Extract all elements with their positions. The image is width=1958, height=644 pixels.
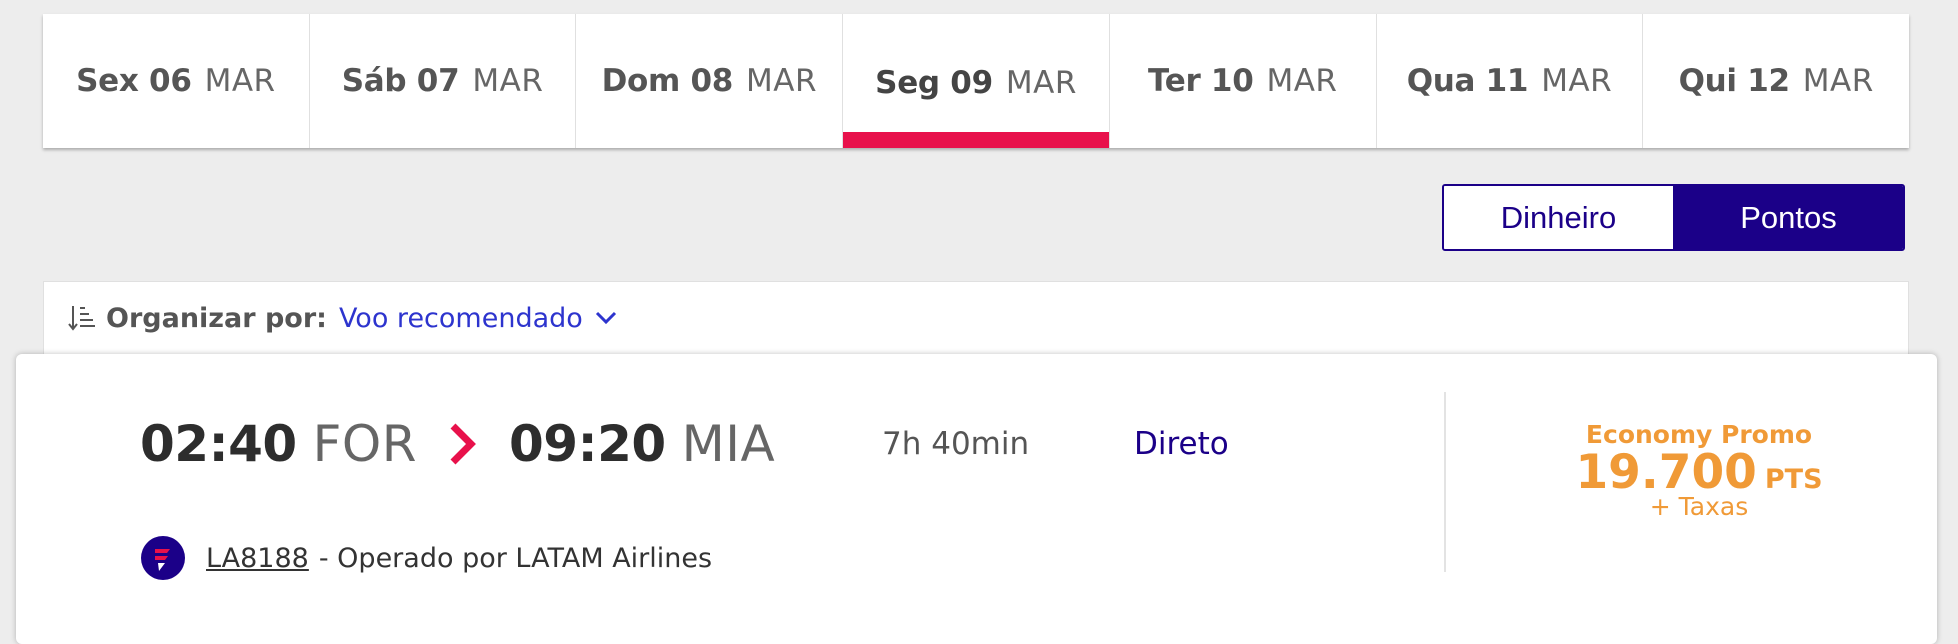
cash-toggle-button[interactable]: Dinheiro	[1444, 186, 1674, 249]
sort-dropdown[interactable]: Voo recomendado	[339, 303, 617, 334]
date-tab-wed-11[interactable]: Qua 11 MAR	[1377, 14, 1644, 148]
date-tab-mon-09[interactable]: Seg 09 MAR	[843, 14, 1110, 148]
flight-info: LA8188 - Operado por LATAM Airlines	[140, 535, 712, 581]
stops-link[interactable]: Direto	[1134, 426, 1229, 462]
latam-logo-icon	[141, 536, 185, 580]
flight-duration: 7h 40min	[882, 426, 1030, 462]
date-tab-fri-06[interactable]: Sex 06 MAR	[43, 14, 310, 148]
date-tab-month: MAR	[1005, 65, 1077, 101]
date-tab-day: Qua 11	[1406, 63, 1529, 99]
active-tab-indicator	[843, 132, 1109, 148]
date-tab-day: Qui 12	[1678, 63, 1790, 99]
date-tab-month: MAR	[204, 63, 276, 99]
date-tab-month: MAR	[472, 63, 544, 99]
date-tab-sat-07[interactable]: Sáb 07 MAR	[310, 14, 577, 148]
departure-time: 02:40	[140, 415, 297, 473]
flight-times: 02:40 FOR 09:20 MIA	[140, 415, 775, 473]
fare-taxes: + Taxas	[1649, 492, 1749, 521]
date-tab-tue-10[interactable]: Ter 10 MAR	[1110, 14, 1377, 148]
date-selector: Sex 06 MAR Sáb 07 MAR Dom 08 MAR Seg 09 MAR …	[43, 14, 1909, 148]
date-tab-day: Ter 10	[1147, 63, 1254, 99]
origin-airport: FOR	[312, 415, 418, 473]
sort-dropdown-value: Voo recomendado	[338, 302, 583, 334]
divider	[1444, 392, 1446, 572]
points-toggle-button[interactable]: Pontos	[1674, 186, 1903, 249]
sort-label: Organizar por:	[106, 302, 327, 334]
fare-option[interactable]: Economy Promo 19.700 PTS + Taxas	[1464, 420, 1934, 521]
date-tab-month: MAR	[1266, 63, 1338, 99]
chevron-right-icon	[450, 423, 476, 465]
fare-unit: PTS	[1764, 464, 1823, 495]
date-tab-day: Dom 08	[601, 63, 734, 99]
date-tab-month: MAR	[1802, 63, 1874, 99]
date-tab-thu-12[interactable]: Qui 12 MAR	[1643, 14, 1909, 148]
arrival-time: 09:20	[509, 415, 666, 473]
operator-text: - Operado por LATAM Airlines	[318, 542, 713, 574]
sort-icon	[68, 306, 95, 331]
date-tab-sun-08[interactable]: Dom 08 MAR	[576, 14, 844, 148]
date-tab-day: Sex 06	[76, 63, 192, 99]
destination-airport: MIA	[681, 415, 776, 473]
flight-card[interactable]: 02:40 FOR 09:20 MIA 7h 40min Direto LA81…	[16, 354, 1937, 644]
date-tab-day: Seg 09	[875, 65, 993, 101]
date-tab-month: MAR	[1541, 63, 1613, 99]
date-tab-month: MAR	[746, 63, 818, 99]
chevron-down-icon	[595, 311, 616, 325]
sort-bar: Organizar por: Voo recomendado	[43, 281, 1909, 361]
payment-mode-toggle: Dinheiro Pontos	[1442, 184, 1905, 251]
date-tab-day: Sáb 07	[341, 63, 460, 99]
flight-number-link[interactable]: LA8188	[206, 543, 309, 574]
